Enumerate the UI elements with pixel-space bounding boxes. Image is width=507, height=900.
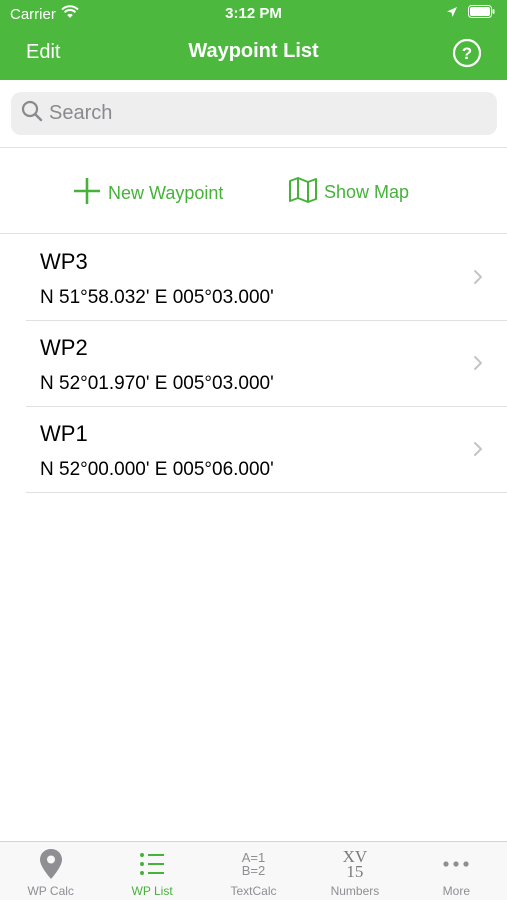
location-arrow-icon [446, 5, 458, 22]
waypoint-row[interactable]: WP1 N 52°00.000' E 005°06.000' [0, 407, 507, 493]
status-time: 3:12 PM [225, 5, 282, 22]
tab-label: More [442, 884, 470, 898]
chevron-right-icon [473, 269, 483, 290]
waypoint-coords: N 52°01.970' E 005°03.000' [40, 373, 274, 394]
tab-label: WP List [131, 884, 173, 898]
textcalc-icon: A=1 B=2 [203, 848, 304, 880]
page-title: Waypoint List [188, 40, 319, 62]
waypoint-list: WP3 N 51°58.032' E 005°03.000' WP2 N 52°… [0, 235, 507, 493]
search-area [0, 80, 507, 148]
roman-numerals-icon: XV 15 [304, 848, 405, 880]
list-icon [101, 848, 202, 880]
show-map-button[interactable]: Show Map [288, 176, 409, 209]
tab-wp-list[interactable]: WP List [101, 842, 202, 900]
tab-label: WP Calc [27, 884, 74, 898]
tab-textcalc[interactable]: A=1 B=2 TextCalc [203, 842, 304, 900]
waypoint-name: WP1 [40, 421, 88, 446]
plus-icon [72, 176, 102, 211]
tab-bar: WP Calc WP List A=1 B=2 TextCalc XV 15 N… [0, 841, 507, 900]
waypoint-row[interactable]: WP3 N 51°58.032' E 005°03.000' [0, 235, 507, 321]
app-screen: Carrier 3:12 PM Edit Waypoint List ? Sea… [0, 0, 507, 900]
tab-numbers[interactable]: XV 15 Numbers [304, 842, 405, 900]
search-icon [11, 100, 43, 127]
waypoint-row[interactable]: WP2 N 52°01.970' E 005°03.000' [0, 321, 507, 407]
map-pin-icon [0, 848, 101, 880]
textcalc-icon-line-2: B=2 [241, 863, 266, 878]
question-circle-icon: ? [452, 38, 482, 72]
waypoint-name: WP2 [40, 335, 88, 360]
waypoint-coords: N 51°58.032' E 005°03.000' [40, 287, 274, 308]
status-bar: Carrier 3:12 PM [0, 0, 507, 28]
search-bar[interactable] [11, 92, 497, 135]
waypoint-name: WP3 [40, 249, 88, 274]
battery-icon [468, 5, 495, 22]
more-dots-icon [406, 848, 507, 880]
chevron-right-icon [473, 355, 483, 376]
new-waypoint-label: New Waypoint [108, 183, 224, 203]
new-waypoint-button[interactable]: New Waypoint [72, 176, 223, 211]
waypoint-coords: N 52°00.000' E 005°06.000' [40, 459, 274, 480]
show-map-label: Show Map [324, 182, 410, 202]
nav-bar: Edit Waypoint List ? [0, 28, 507, 80]
map-icon [288, 176, 318, 209]
status-right [446, 5, 495, 22]
action-bar: New Waypoint Show Map [0, 148, 507, 234]
help-button[interactable]: ? [452, 38, 482, 73]
numbers-icon-line-2: 15 [346, 862, 364, 881]
tab-label: TextCalc [230, 884, 277, 898]
svg-text:?: ? [462, 44, 472, 63]
search-input[interactable] [49, 102, 469, 125]
tab-more[interactable]: More [406, 842, 507, 900]
tab-label: Numbers [330, 884, 380, 898]
tab-wp-calc[interactable]: WP Calc [0, 842, 101, 900]
chevron-right-icon [473, 441, 483, 462]
header: Carrier 3:12 PM Edit Waypoint List ? [0, 0, 507, 80]
